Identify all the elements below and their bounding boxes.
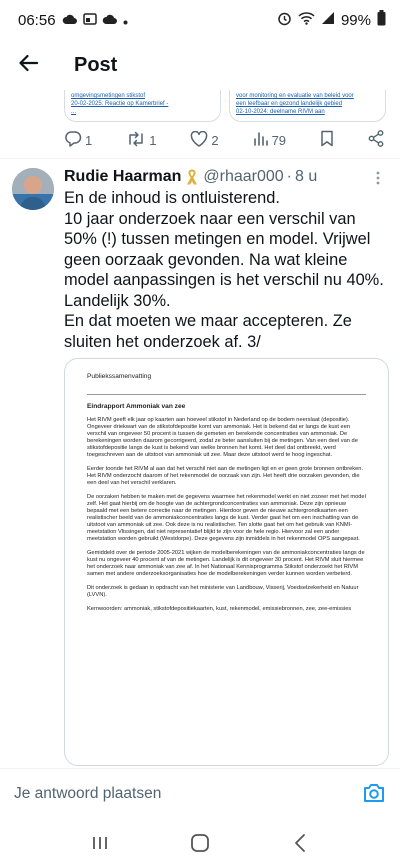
cloud-alt-icon xyxy=(102,12,118,29)
system-nav-bar xyxy=(0,818,400,867)
repost-action[interactable]: 1 xyxy=(126,131,156,150)
repost-count: 1 xyxy=(149,132,157,148)
views-icon[interactable] xyxy=(253,131,269,149)
back-button[interactable] xyxy=(0,40,56,90)
previous-post-actions: 1 1 2 79 xyxy=(64,130,384,150)
image-text-line: een leefbaar en gezond landelijk gebied xyxy=(236,101,343,107)
views-action[interactable]: 79 xyxy=(253,131,286,149)
reply-input[interactable]: Je antwoord plaatsen xyxy=(14,785,362,803)
reply-action[interactable]: 1 xyxy=(64,130,92,150)
image-text-line: 02-10-2024: deelname RIVM aan xyxy=(236,109,325,115)
document-paragraph: Gemiddeld over de periode 2005-2021 wijk… xyxy=(87,550,365,577)
camera-icon[interactable] xyxy=(362,782,386,806)
battery-icon xyxy=(377,10,386,30)
like-action[interactable]: 2 xyxy=(190,130,219,150)
document-paragraph: Het RIVM geeft elk jaar op kaarten aan h… xyxy=(87,417,358,458)
views-count: 79 xyxy=(271,132,287,148)
page-title: Post xyxy=(74,53,118,76)
like-count: 2 xyxy=(211,132,219,148)
wifi-icon xyxy=(298,11,315,29)
image-text-line: voor monitoring en evaluatie van beleid … xyxy=(236,93,354,99)
previous-post-image-left[interactable]: omgevingsmetingen stikstof 20-02-2025: R… xyxy=(64,90,221,122)
previous-post-image-right[interactable]: voor monitoring en evaluatie van beleid … xyxy=(229,90,386,122)
author-name[interactable]: Rudie Haarman xyxy=(64,168,181,186)
status-left-icons xyxy=(62,12,128,29)
avatar[interactable] xyxy=(12,168,54,210)
image-text-line: 20-02-2025: Reactie op Kamerbrief - xyxy=(71,101,169,107)
status-time: 06:56 xyxy=(18,11,56,29)
top-app-bar: Post xyxy=(0,40,400,90)
separator: · xyxy=(286,168,292,185)
document-paragraph: Dit onderzoek is gedaan in opdracht van … xyxy=(87,585,359,598)
document-rule xyxy=(87,394,366,395)
ribbon-icon xyxy=(185,168,199,186)
post-image[interactable]: Publiekssamenvatting Eindrapport Ammonia… xyxy=(64,358,389,766)
bookmark-icon[interactable] xyxy=(320,130,334,150)
previous-post-media: omgevingsmetingen stikstof 20-02-2025: R… xyxy=(64,90,386,122)
document-page: Publiekssamenvatting Eindrapport Ammonia… xyxy=(77,369,376,620)
signal-icon xyxy=(321,11,335,29)
author-handle[interactable]: @rhaar000 xyxy=(203,168,283,186)
share-action[interactable] xyxy=(368,130,384,150)
post-line: En de inhoud is ontluisterend. xyxy=(64,189,280,207)
document-paragraph: Kernwoorden: ammoniak, stikstofdepositie… xyxy=(87,606,352,612)
back-arrow-icon[interactable] xyxy=(18,54,39,77)
document-paragraph: Eerder toonde het RIVM al aan dat het ve… xyxy=(87,466,364,486)
document-title: Eindrapport Ammoniak van zee xyxy=(87,403,186,410)
post-header: Rudie Haarman @rhaar000 · 8 u xyxy=(64,166,394,188)
post-line: 10 jaar onderzoek naar een verschil van … xyxy=(64,209,384,310)
post-time[interactable]: 8 u xyxy=(295,168,317,186)
back-icon[interactable] xyxy=(288,831,312,855)
heart-icon[interactable] xyxy=(190,130,208,150)
repost-icon[interactable] xyxy=(126,131,146,150)
document-header: Publiekssamenvatting xyxy=(87,373,152,380)
dot-icon xyxy=(123,12,128,29)
alarm-icon xyxy=(277,11,292,30)
share-icon[interactable] xyxy=(368,130,384,150)
more-options-button[interactable] xyxy=(370,170,386,186)
bookmark-action[interactable] xyxy=(320,130,334,150)
recents-icon[interactable] xyxy=(88,831,112,855)
home-icon[interactable] xyxy=(188,831,212,855)
reply-count: 1 xyxy=(85,132,93,148)
document-paragraph: De oorzaken hebben te maken met de gegev… xyxy=(87,494,366,542)
battery-level: 99% xyxy=(340,11,371,29)
post-text: En de inhoud is ontluisterend. 10 jaar o… xyxy=(64,188,390,352)
status-bar: 06:56 99% xyxy=(0,0,400,40)
post-line: En dat moeten we maar accepteren. Ze slu… xyxy=(64,312,352,351)
image-text-line: ... xyxy=(71,109,77,115)
image-text-line: omgevingsmetingen stikstof xyxy=(71,93,146,99)
reply-icon[interactable] xyxy=(64,130,82,150)
cloud-icon xyxy=(62,12,78,29)
calendar-icon xyxy=(82,12,97,29)
status-right-icons: 99% xyxy=(277,10,386,30)
post-divider xyxy=(0,158,400,159)
reply-bar: Je antwoord plaatsen xyxy=(0,768,400,818)
